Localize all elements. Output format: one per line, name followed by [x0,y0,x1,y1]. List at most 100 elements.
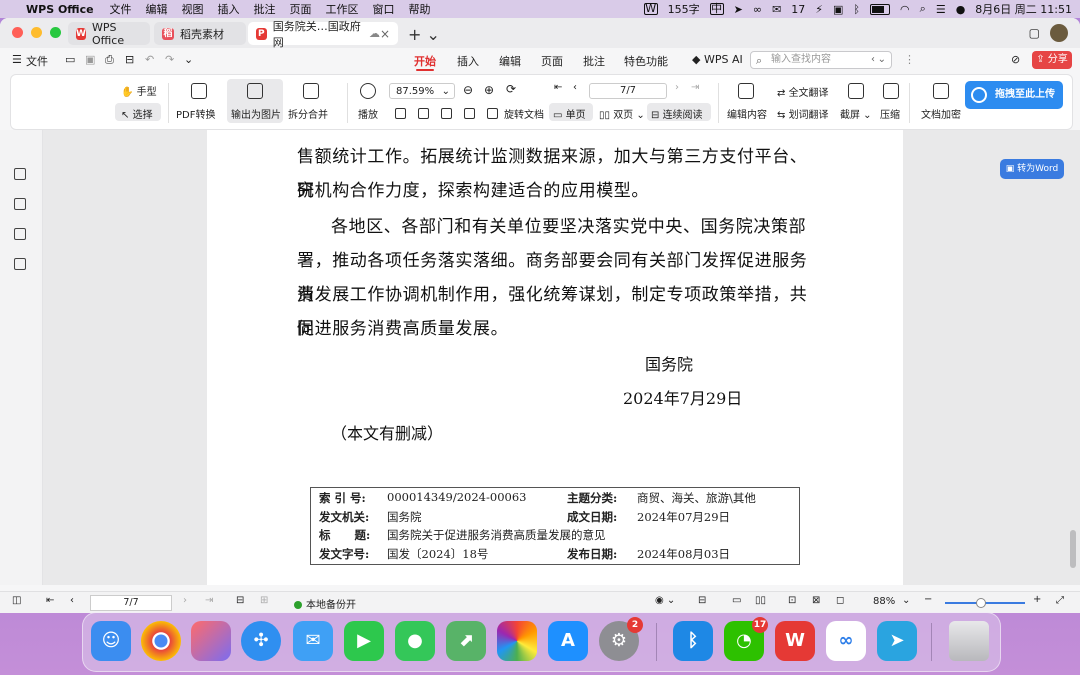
bluetooth-app-icon[interactable]: ᛒ [673,621,713,661]
status-zoom-value[interactable]: 88% [873,596,895,607]
compress-button[interactable]: 压缩 [880,106,900,121]
cloud-icon[interactable]: ☁ [369,27,380,40]
print-preview-icon[interactable]: ⊟ [125,53,134,66]
backup-status[interactable]: 本地备份开 [294,596,356,611]
tab-current-document[interactable]: P 国务院关…国政府网 ☁ × [248,20,398,49]
quick-access-dropdown-icon[interactable]: ⌄ [184,53,193,66]
screenshot-button[interactable]: 截屏 ⌄ [840,106,872,121]
telegram-status-icon[interactable]: ➤ [734,3,743,16]
new-tab-icon[interactable]: + ⌄ [408,25,440,44]
next-page-icon[interactable]: › [183,595,187,606]
app-store-icon[interactable]: A [548,621,588,661]
folder-icon[interactable]: ▭ [65,53,75,66]
wechat-icon[interactable]: ◔ 17 [724,617,768,661]
facetime-icon[interactable]: ▶ [344,621,384,661]
more-icon[interactable]: ⋮ [904,53,915,66]
split-merge-button[interactable]: 拆分合并 [288,106,328,121]
actual-size-icon[interactable] [441,108,452,119]
flash-icon[interactable]: ⚡ [815,3,823,16]
zoom-window-button[interactable] [50,27,61,38]
menubar-app-name[interactable]: WPS Office [26,3,94,16]
play-button[interactable]: 播放 [358,106,378,121]
undo-icon[interactable]: ↶ [145,53,154,66]
search-input[interactable]: ⌕ 输入查找内容 ‹ ⌄ [750,51,892,69]
vertical-scrollbar[interactable] [1070,530,1076,568]
fit-page-icon[interactable]: ⊠ [812,595,820,606]
clipboard-icon[interactable]: ▣ [833,3,843,16]
to-word-button[interactable]: ▣ 转为Word [1000,159,1064,179]
actual-size-icon[interactable]: ◻ [836,595,844,606]
close-window-button[interactable] [12,27,23,38]
hand-tool-button[interactable]: ✋ 手型 [121,83,157,98]
zoom-slider-handle[interactable] [976,598,986,608]
fullscreen-icon[interactable]: ⤢ [1056,595,1064,606]
zoom-out-icon[interactable]: − [924,594,932,605]
double-view-icon[interactable]: ▯▯ [755,595,766,606]
single-page-button[interactable]: ▭ 单页 [553,106,586,121]
spotlight-icon[interactable]: ⌕ [920,2,926,16]
battery-icon[interactable] [870,3,891,15]
baidu-status-icon[interactable]: ∞ [753,3,762,16]
first-page-icon[interactable]: ⇤ [554,82,562,93]
menubar-item-window[interactable]: 窗口 [373,1,395,17]
bookmark-icon[interactable] [14,168,26,180]
rotate-button[interactable]: 旋转文档 [504,106,544,121]
share-button[interactable]: ⇪ 分享 [1032,51,1072,69]
export-image-button[interactable]: 输出为图片 [231,106,281,121]
tab-insert[interactable]: 插入 [457,53,479,69]
menubar-item-page[interactable]: 页面 [290,1,312,17]
last-page-icon[interactable]: ⇥ [691,82,699,93]
fit-width-icon[interactable]: ⊡ [788,595,796,606]
messages-icon[interactable]: ● [395,621,435,661]
prev-page-icon[interactable]: ‹ [573,82,577,93]
rotate-right-icon[interactable] [487,108,498,119]
bluetooth-icon[interactable]: ᛒ [853,3,860,16]
document-page[interactable]: 售额统计工作。拓展统计监测数据来源，加大与第三方支付平台、研 究机构合作力度，探… [207,130,903,585]
continuous-view-icon[interactable]: ⊟ [698,595,706,606]
fit-width-icon[interactable] [418,108,429,119]
menubar-item-insert[interactable]: 插入 [218,1,240,17]
sidebar-toggle-icon[interactable]: ◫ [12,595,21,606]
prev-page-icon[interactable]: ‹ [70,595,74,606]
tab-docer-materials[interactable]: 稻 稻壳素材 [154,22,246,45]
search-prev-icon[interactable]: ‹ [871,52,875,68]
zoom-select[interactable]: 87.59% ⌄ [389,83,455,99]
double-page-button[interactable]: ▯▯ 双页 ⌄ [599,106,645,121]
wechat-status-icon[interactable]: ✉ [772,3,781,16]
system-settings-icon[interactable]: ⚙ 2 [599,617,643,661]
select-tool-button[interactable]: ↖ 选择 [121,106,153,121]
word-translate-button[interactable]: ⇆ 划词翻译 [777,106,829,121]
avatar[interactable] [1050,24,1068,42]
finder-icon[interactable]: ☺ [91,621,131,661]
wps-ai-button[interactable]: ◆ WPS AI [692,53,743,66]
zoom-out-icon[interactable]: ⊖ [463,83,473,97]
menubar-item-view[interactable]: 视图 [182,1,204,17]
file-menu[interactable]: 文件 [26,53,48,69]
comment-icon[interactable] [14,228,26,240]
first-page-icon[interactable]: ⇤ [46,595,54,606]
input-method-icon[interactable]: 中 [709,3,724,15]
menubar-item-file[interactable]: 文件 [110,1,132,17]
minimize-window-button[interactable] [31,27,42,38]
mail-icon[interactable]: ✉ [293,621,333,661]
siri-icon[interactable]: ● [956,3,966,16]
menubar-item-comment[interactable]: 批注 [254,1,276,17]
tab-wps-office[interactable]: W WPS Office [68,21,150,47]
word-count[interactable]: 155字 [668,1,700,17]
redo-icon[interactable]: ↷ [165,53,174,66]
tab-features[interactable]: 特色功能 [624,53,668,69]
menubar-item-help[interactable]: 帮助 [409,1,431,17]
status-page-input[interactable]: 7/7 [90,595,172,611]
safari-icon[interactable]: ✣ [241,621,281,661]
photos-icon[interactable] [497,621,537,661]
fit-page-icon[interactable] [395,108,406,119]
full-translate-button[interactable]: ⇄ 全文翻译 [777,84,829,99]
tab-edit[interactable]: 编辑 [499,53,521,69]
upload-button[interactable]: 拖拽至此上传 [965,81,1063,109]
chrome-icon[interactable] [141,621,181,661]
single-view-icon[interactable]: ▭ [732,595,741,606]
thumbnail-icon[interactable] [14,198,26,210]
zoom-dropdown-icon[interactable]: ⌄ [902,595,910,606]
tab-page[interactable]: 页面 [541,53,563,69]
menubar-item-edit[interactable]: 编辑 [146,1,168,17]
